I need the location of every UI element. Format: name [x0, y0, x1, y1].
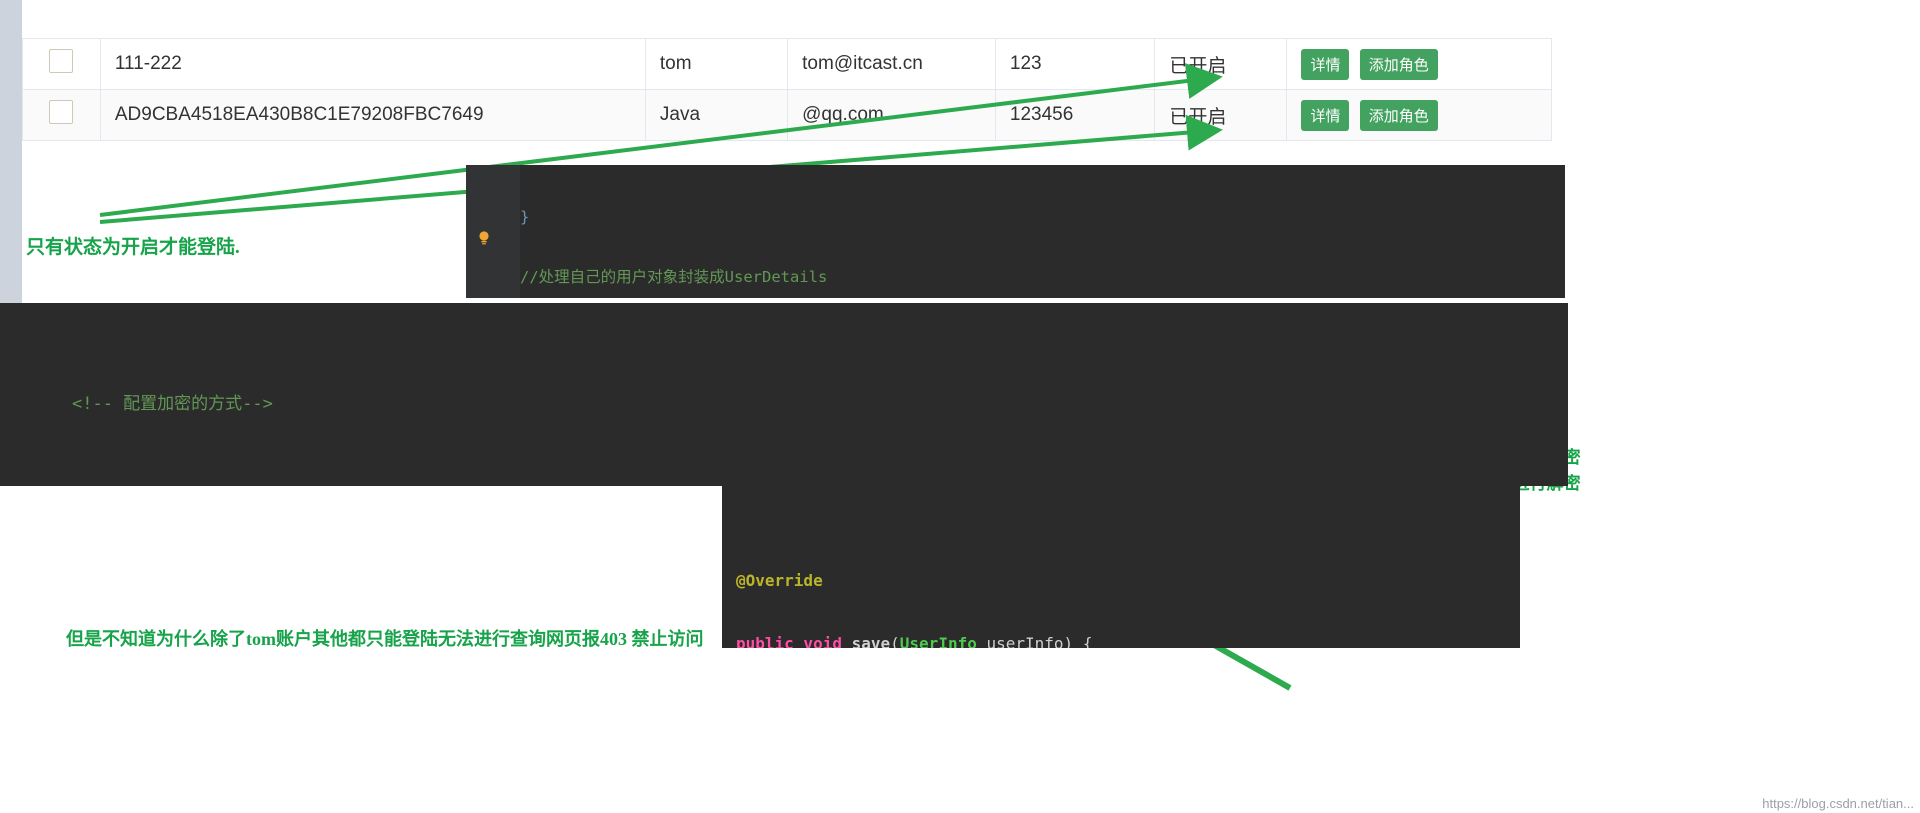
- detail-button[interactable]: 详情: [1301, 99, 1350, 131]
- table-row[interactable]: 111-222 tom tom@itcast.cn 123 已开启 详情 添加角…: [22, 38, 1552, 90]
- page-left-gutter: [0, 0, 22, 310]
- cell-user-phone: 123456: [994, 89, 1156, 141]
- row-checkbox-cell[interactable]: [22, 89, 101, 141]
- lightbulb-icon[interactable]: [478, 231, 490, 245]
- cell-user-email: tom@itcast.cn: [787, 38, 996, 90]
- code-token-param-name: userInfo: [976, 633, 1064, 648]
- cell-user-id: 111-222: [99, 38, 646, 90]
- code-line: public void save(UserInfo userInfo) {: [736, 632, 1520, 648]
- annotation-403-note: 但是不知道为什么除了tom账户其他都只能登陆无法进行查询网页报403 禁止访问: [66, 629, 704, 649]
- code-token-brace: }: [520, 208, 530, 226]
- code-lines: @Override public void save(UserInfo user…: [722, 523, 1520, 648]
- cell-user-status: 已开启: [1154, 89, 1288, 141]
- cell-user-id: AD9CBA4518EA430B8C1E79208FBC7649: [99, 89, 646, 141]
- code-line: <!-- 配置加密的方式-->: [72, 394, 273, 414]
- cell-user-name: Java: [644, 89, 789, 141]
- annotation-status-note: 只有状态为开启才能登陆.: [26, 237, 240, 258]
- code-line: @Override: [736, 571, 823, 590]
- row-checkbox-cell[interactable]: [22, 38, 101, 90]
- user-table: 111-222 tom tom@itcast.cn 123 已开启 详情 添加角…: [22, 38, 1552, 141]
- code-token-paren: ) {: [1063, 633, 1093, 648]
- cell-user-email: @qq.com: [787, 89, 996, 141]
- detail-button[interactable]: 详情: [1301, 48, 1350, 80]
- cell-user-status: 已开启: [1154, 38, 1288, 90]
- code-block-java-save: @Override public void save(UserInfo user…: [722, 485, 1520, 648]
- row-checkbox[interactable]: [49, 100, 74, 124]
- cell-user-phone: 123: [994, 38, 1156, 90]
- code-lines: } //处理自己的用户对象封装成UserDetails // User user…: [520, 169, 1481, 298]
- code-token-modifier: public void: [736, 633, 842, 648]
- code-token-method-name: save: [851, 633, 891, 648]
- code-line: }: [520, 205, 1481, 229]
- code-block-xml-bean: <!-- 配置加密类 --> <bean id="passwordEncoder…: [0, 424, 1568, 486]
- user-table-container: 111-222 tom tom@itcast.cn 123 已开启 详情 添加角…: [22, 38, 1552, 141]
- code-token-paren: (: [890, 633, 900, 648]
- cell-row-actions: 详情 添加角色: [1286, 89, 1552, 141]
- row-checkbox[interactable]: [49, 49, 74, 73]
- add-role-button[interactable]: 添加角色: [1359, 99, 1438, 131]
- add-role-button[interactable]: 添加角色: [1359, 48, 1438, 80]
- code-line: //处理自己的用户对象封装成UserDetails: [520, 268, 828, 287]
- table-row[interactable]: AD9CBA4518EA430B8C1E79208FBC7649 Java @q…: [22, 89, 1552, 141]
- code-lines: <!-- 配置加密类 --> <bean id="passwordEncoder…: [0, 464, 1568, 486]
- cell-user-name: tom: [644, 38, 789, 90]
- code-block-userdetails: } //处理自己的用户对象封装成UserDetails // User user…: [466, 165, 1565, 298]
- cell-row-actions: 详情 添加角色: [1286, 38, 1552, 90]
- editor-gutter: [466, 165, 520, 298]
- code-token-param-type: UserInfo: [899, 633, 977, 648]
- watermark-url: https://blog.csdn.net/tian...: [1762, 796, 1914, 811]
